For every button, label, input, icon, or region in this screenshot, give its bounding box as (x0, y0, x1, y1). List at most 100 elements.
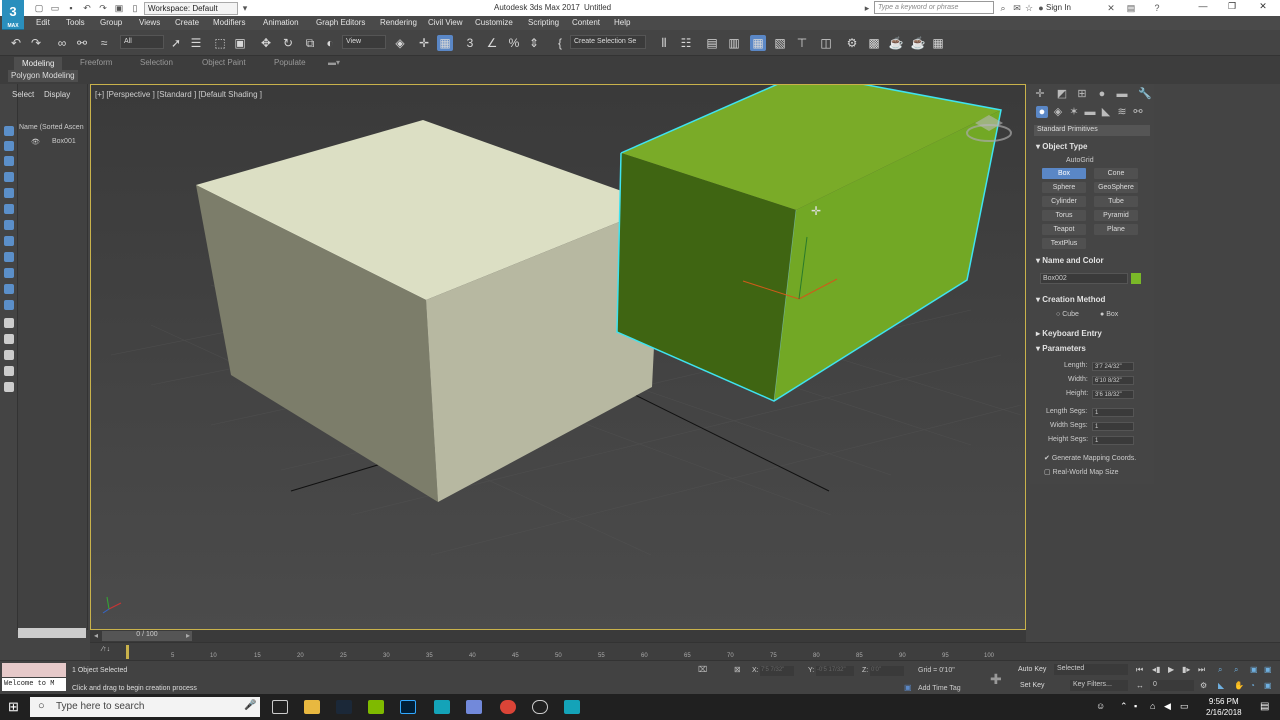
shapes-icon[interactable]: ◈ (1052, 106, 1064, 118)
menu-help[interactable]: Help (614, 18, 630, 27)
create-tab-icon[interactable]: ✛ (1034, 88, 1046, 100)
z-coordinate-field[interactable]: 0'0" (870, 666, 904, 676)
current-frame-field[interactable]: 0 (1150, 680, 1194, 691)
time-configuration-icon[interactable]: ⚙ (1200, 681, 1207, 690)
ribbon-options-icon[interactable]: ▬▾ (328, 58, 340, 67)
geosphere-button[interactable]: GeoSphere (1094, 182, 1138, 193)
app-logo[interactable]: 3 MAX (2, 0, 24, 30)
hierarchy-tab-icon[interactable]: ⊞ (1076, 88, 1088, 100)
box002[interactable] (616, 85, 1002, 402)
object-color-swatch[interactable] (1131, 273, 1141, 284)
unlink-icon[interactable]: ⚯ (74, 35, 90, 51)
plane-button[interactable]: Plane (1094, 224, 1138, 235)
frozen-filter-icon[interactable] (4, 334, 14, 344)
save-icon[interactable]: ▪ (66, 3, 76, 13)
redo-icon[interactable]: ↷ (98, 3, 108, 13)
zoom-extents-icon[interactable]: ▣ (1250, 665, 1258, 674)
redo-icon[interactable]: ↷ (28, 35, 44, 51)
green-app-icon[interactable] (368, 700, 384, 714)
menu-customize[interactable]: Customize (475, 18, 513, 27)
move-icon[interactable]: ✥ (258, 35, 274, 51)
space-warps-icon[interactable]: ≋ (1116, 106, 1128, 118)
modify-tab-icon[interactable]: ◩ (1056, 88, 1068, 100)
network-icon[interactable]: ⌂ (1150, 701, 1155, 711)
rollout-creation-method[interactable]: ▾ Creation Method (1036, 295, 1105, 304)
sign-in-link[interactable]: Sign In (1046, 3, 1071, 12)
named-selection-dropdown[interactable]: Create Selection Se (570, 35, 646, 49)
systems-icon[interactable]: ⚯ (1132, 106, 1144, 118)
schematic-view-icon[interactable]: ⊤ (794, 35, 810, 51)
menu-civil-view[interactable]: Civil View (428, 18, 463, 27)
search-icon[interactable]: ⌕ (998, 3, 1008, 13)
menu-create[interactable]: Create (175, 18, 199, 27)
maximize-viewport-icon[interactable]: ▣ (1264, 681, 1272, 690)
helpers-filter-icon[interactable] (4, 236, 14, 246)
width-segs-spinner[interactable]: 1 (1092, 422, 1134, 431)
menu-animation[interactable]: Animation (263, 18, 299, 27)
groups-filter-icon[interactable] (4, 268, 14, 278)
polygon-modeling-panel[interactable]: Polygon Modeling (8, 70, 78, 82)
go-to-end-icon[interactable]: ⏭ (1198, 665, 1205, 675)
obs-icon[interactable] (532, 700, 548, 714)
curve-editor-icon[interactable]: ▧ (772, 35, 788, 51)
previous-frame-icon[interactable]: ◂▮ (1152, 665, 1160, 674)
hidden-filter-icon[interactable] (4, 350, 14, 360)
zoom-all-icon[interactable]: ⌕ (1234, 665, 1238, 675)
geometry-filter-icon[interactable] (4, 172, 14, 182)
exchange-icon[interactable]: ✕ (1106, 3, 1116, 13)
layer-explorer-icon[interactable]: ▥ (726, 35, 742, 51)
minimize-button[interactable]: — (1196, 1, 1210, 14)
cameras-icon[interactable]: ▬ (1084, 106, 1096, 118)
pivot-center-icon[interactable]: ◈ (392, 35, 408, 51)
viewport-label[interactable]: [+] [Perspective ] [Standard ] [Default … (95, 90, 262, 99)
torus-button[interactable]: Torus (1042, 210, 1086, 221)
folder-icon[interactable]: ▯ (130, 3, 140, 13)
3ds-max-secondary-icon[interactable] (564, 700, 580, 714)
sphere-button[interactable]: Sphere (1042, 182, 1086, 193)
scene-scrollbar[interactable] (18, 628, 86, 638)
containers-filter-icon[interactable] (4, 318, 14, 328)
field-of-view-icon[interactable]: ◣ (1218, 681, 1224, 690)
radio-box[interactable]: ● Box (1100, 311, 1118, 318)
real-world-map-checkbox[interactable]: ▢ Real-World Map Size (1044, 468, 1119, 476)
box-button[interactable]: Box (1042, 168, 1086, 179)
scale-icon[interactable]: ⧉ (302, 35, 318, 51)
keyboard-shortcut-override-icon[interactable]: ▦ (437, 35, 453, 51)
textplus-button[interactable]: TextPlus (1042, 238, 1086, 249)
selection-filter-dropdown[interactable]: All (120, 35, 164, 49)
microphone-icon[interactable]: 🎤 (244, 700, 256, 711)
primitive-type-dropdown[interactable]: Standard Primitives (1034, 125, 1150, 136)
cameras-filter-icon[interactable] (4, 220, 14, 230)
a360-render-icon[interactable]: ▦ (930, 35, 946, 51)
project-icon[interactable]: ▣ (114, 3, 124, 13)
teapot-button[interactable]: Teapot (1042, 224, 1086, 235)
cone-button[interactable]: Cone (1094, 168, 1138, 179)
undo-icon[interactable]: ↶ (82, 3, 92, 13)
set-key-button[interactable]: Set Key (1020, 682, 1045, 689)
perspective-viewport[interactable]: ✛ [+] [Perspective ] [Standard ] [Defaul… (90, 84, 1026, 630)
rotate-icon[interactable]: ↻ (280, 35, 296, 51)
communication-icon[interactable]: ✉ (1012, 3, 1022, 13)
photoshop-icon[interactable] (400, 700, 416, 714)
volume-icon[interactable]: ◀ (1164, 701, 1171, 712)
favorites-icon[interactable]: ☆ (1024, 3, 1034, 13)
xrefs-filter-icon[interactable] (4, 284, 14, 294)
placement-icon[interactable]: ◐ (322, 35, 338, 51)
task-view-icon[interactable] (272, 700, 288, 714)
next-frame-icon[interactable]: ▮▸ (1182, 665, 1190, 674)
cylinder-button[interactable]: Cylinder (1042, 196, 1086, 207)
menu-scripting[interactable]: Scripting (528, 18, 559, 27)
3ds-max-taskbar-icon[interactable] (434, 700, 450, 714)
lock-icon[interactable] (4, 382, 14, 392)
scene-object-box001[interactable]: Box001 (52, 138, 76, 145)
time-slider[interactable]: ◂ 0 / 100 ▸ (90, 630, 1026, 642)
display-tab-icon[interactable]: ▬ (1116, 88, 1128, 100)
chrome-icon[interactable] (500, 700, 516, 714)
render-setup-icon[interactable]: ⚙ (844, 35, 860, 51)
time-marker[interactable] (126, 645, 129, 659)
time-tag-icon[interactable]: ▣ (904, 683, 912, 692)
menu-modifiers[interactable]: Modifiers (213, 18, 245, 27)
link-icon[interactable]: ∞ (54, 35, 70, 51)
maxscript-listener-input[interactable] (2, 663, 66, 677)
align-icon[interactable]: ☷ (678, 35, 694, 51)
